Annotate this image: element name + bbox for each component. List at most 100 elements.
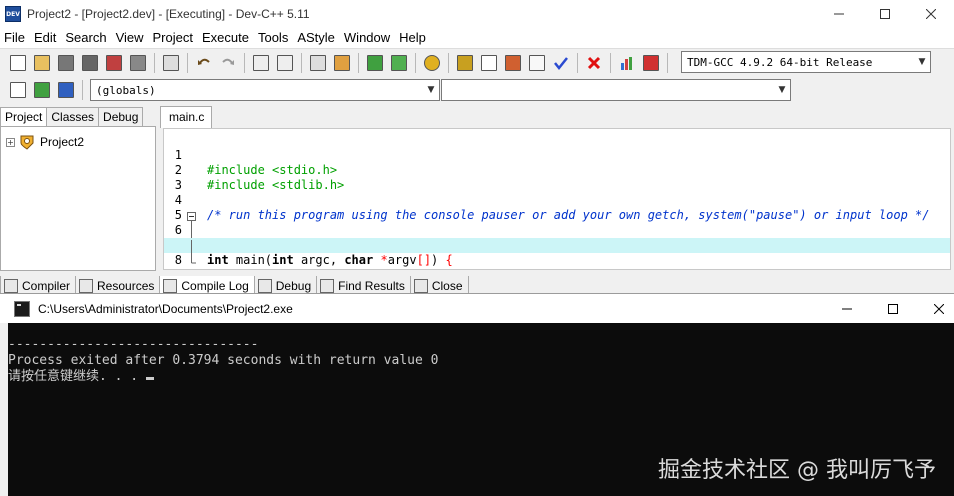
replace-button[interactable] <box>274 52 296 74</box>
toolbar-separator <box>187 52 188 73</box>
code-line-3[interactable]: 3 <box>164 163 950 192</box>
bookmark-button[interactable] <box>55 79 77 101</box>
close-file-button[interactable] <box>103 52 125 74</box>
compile-button[interactable] <box>454 52 476 74</box>
compile-log-chart-icon <box>163 278 178 293</box>
add-to-project-button[interactable] <box>364 52 386 74</box>
code-line-2[interactable]: 2 #include <stdlib.h> <box>164 148 950 192</box>
find-button[interactable] <box>250 52 272 74</box>
console-close-button[interactable] <box>916 294 954 324</box>
tab-classes[interactable]: Classes <box>46 107 100 127</box>
menu-view[interactable]: View <box>112 28 149 48</box>
code-editor[interactable]: 1 #include <stdio.h> 2 #include <stdlib.… <box>163 128 951 270</box>
close-panel-icon <box>413 278 428 293</box>
menu-search[interactable]: Search <box>61 28 111 48</box>
menu-help[interactable]: Help <box>395 28 431 48</box>
stop-x-icon <box>587 56 601 69</box>
delete-profile-icon <box>643 54 659 71</box>
delete-profile-button[interactable] <box>640 52 662 74</box>
rebuild-all-button[interactable] <box>526 52 548 74</box>
project-name: Project2 <box>40 135 85 149</box>
maximize-icon <box>880 9 890 19</box>
print-button[interactable] <box>160 52 182 74</box>
chevron-down-icon[interactable]: ▼ <box>914 52 930 72</box>
function-select[interactable]: ▼ <box>441 79 791 101</box>
console-output: -------------------------------- Process … <box>8 337 438 385</box>
code-line-4[interactable]: 4 /* run this program using the console … <box>164 178 950 222</box>
new-class-icon <box>34 82 50 98</box>
compiler-select[interactable]: TDM-GCC 4.9.2 64-bit Release ▼ <box>681 51 931 73</box>
menu-project[interactable]: Project <box>149 28 198 48</box>
open-button[interactable] <box>31 52 53 74</box>
ide-title-bar: DEV Project2 - [Project2.dev] - [Executi… <box>0 0 954 28</box>
code-line-7[interactable]: 7 return 0;("hello world"); <box>164 223 950 269</box>
console-minimize-button[interactable] <box>824 294 870 324</box>
redo-button[interactable] <box>217 52 239 74</box>
code-line-5[interactable]: 5 <box>164 193 950 222</box>
new-file-button[interactable] <box>7 52 29 74</box>
close-all-button[interactable] <box>127 52 149 74</box>
line-number: 9 <box>164 268 182 269</box>
bookmark-icon <box>58 82 74 98</box>
console-maximize-button[interactable] <box>870 294 916 324</box>
compile-run-icon <box>505 54 521 71</box>
toolbar-separator <box>667 52 668 73</box>
menu-window[interactable]: Window <box>340 28 395 48</box>
toolbar-separator <box>244 52 245 73</box>
code-line-9[interactable]: 9 } <box>164 253 950 269</box>
tab-label: Compiler <box>22 278 71 293</box>
compile-run-button[interactable] <box>502 52 524 74</box>
menu-execute[interactable]: Execute <box>198 28 254 48</box>
resources-icon <box>79 278 94 293</box>
console-line: 请按任意键继续. . . <box>8 369 438 385</box>
stop-execution-button[interactable] <box>583 52 605 74</box>
save-icon <box>58 54 74 71</box>
console-title: C:\Users\Administrator\Documents\Project… <box>38 301 293 316</box>
code-line-6[interactable]: 6 int main(int argc, char *argv[]) { <box>164 208 950 267</box>
tab-label: Close <box>431 278 463 293</box>
code-line-8[interactable]: 8 return 0; <box>164 238 950 267</box>
code-line-1[interactable]: 1 #include <stdio.h> <box>164 133 950 177</box>
save-button[interactable] <box>55 52 77 74</box>
watermark: 掘金技术社区 @ 我叫厉飞予 <box>658 458 936 483</box>
run-button[interactable] <box>478 52 500 74</box>
remove-from-project-button[interactable] <box>388 52 410 74</box>
tree-node-project[interactable]: + Project2 <box>6 134 84 150</box>
remove-file-icon <box>391 54 407 71</box>
chevron-down-icon[interactable]: ▼ <box>774 80 790 100</box>
rebuild-icon <box>529 54 545 71</box>
goto-button[interactable] <box>7 79 29 101</box>
menu-tools[interactable]: Tools <box>254 28 293 48</box>
toolbar-separator <box>415 52 416 73</box>
minimize-button[interactable] <box>816 0 862 28</box>
tab-project[interactable]: Project <box>0 107 48 128</box>
editor-tab-main-c[interactable]: main.c <box>160 106 212 128</box>
menu-astyle[interactable]: AStyle <box>293 28 340 48</box>
menu-edit[interactable]: Edit <box>30 28 61 48</box>
fold-end-line <box>191 255 196 264</box>
scope-select[interactable]: (globals) ▼ <box>90 79 440 101</box>
indent-button[interactable] <box>307 52 329 74</box>
compiler-select-value: TDM-GCC 4.9.2 64-bit Release <box>687 55 873 69</box>
console-prompt: 请按任意键继续. . . <box>8 369 146 384</box>
undo-button[interactable] <box>193 52 215 74</box>
close-button[interactable] <box>908 0 954 28</box>
goto-icon <box>10 82 26 98</box>
maximize-button[interactable] <box>862 0 908 28</box>
profile-button[interactable] <box>616 52 638 74</box>
chevron-down-icon[interactable]: ▼ <box>423 80 439 100</box>
project-options-button[interactable] <box>421 52 443 74</box>
scope-select-value: (globals) <box>96 83 156 97</box>
close-icon <box>926 9 936 19</box>
menu-file[interactable]: File <box>0 28 30 48</box>
save-all-button[interactable] <box>79 52 101 74</box>
unindent-button[interactable] <box>331 52 353 74</box>
expand-plus-icon[interactable]: + <box>6 137 15 147</box>
new-class-button[interactable] <box>31 79 53 101</box>
find-icon <box>253 54 269 71</box>
syntax-check-button[interactable] <box>550 52 572 74</box>
compiler-grid-icon <box>4 278 18 293</box>
tab-debug[interactable]: Debug <box>98 107 144 127</box>
tab-label: Find Results <box>338 278 405 293</box>
open-folder-icon <box>34 54 50 71</box>
